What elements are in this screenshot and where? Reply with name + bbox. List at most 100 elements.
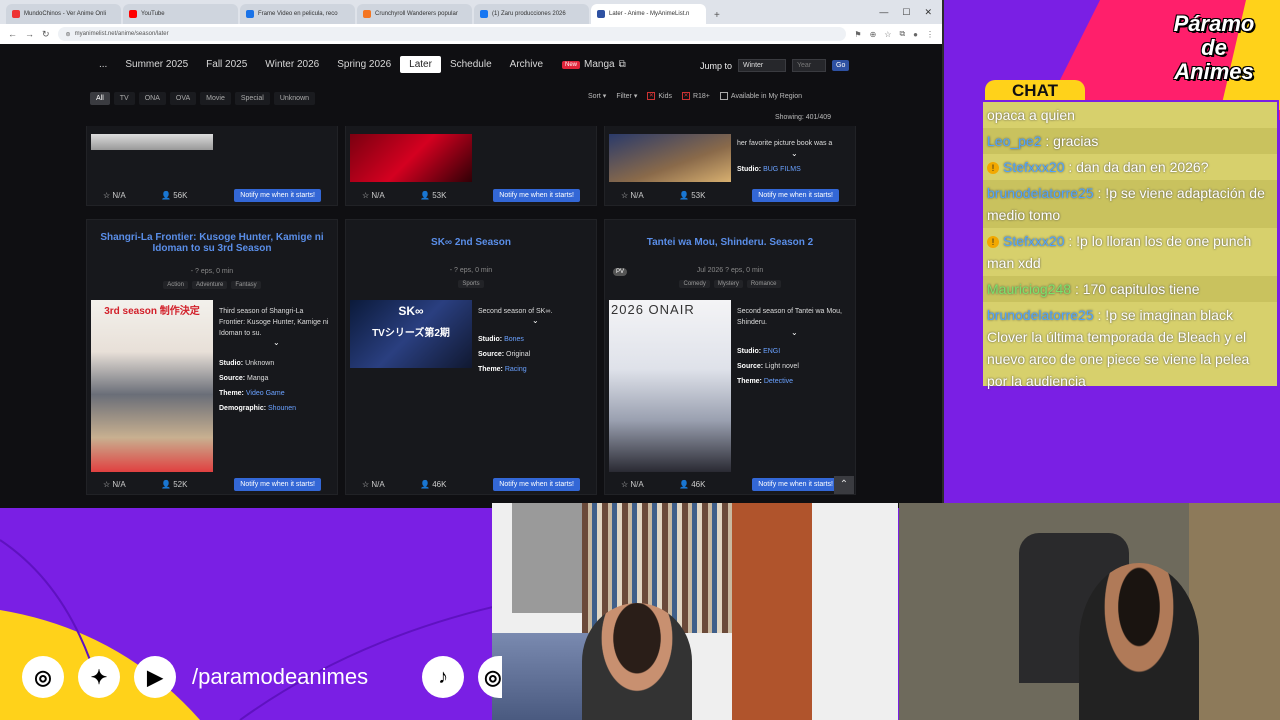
scroll-to-top-button[interactable]: ⌃ [834,476,854,494]
zoom-icon[interactable]: ⊕ [870,30,877,39]
streamer-left-image [582,603,692,720]
jump-year-input[interactable]: Year [792,59,827,72]
genre-tag[interactable]: Sports [458,280,484,288]
card-title[interactable]: Shangri-La Frontier: Kusoge Hunter, Kami… [87,232,337,254]
minimize-icon[interactable]: — [879,7,888,18]
season-nav-item[interactable]: Schedule [441,56,501,73]
poster-image[interactable] [609,134,731,182]
type-filter-tab[interactable]: TV [113,92,135,105]
type-filter-tab[interactable]: Special [234,92,270,105]
season-nav-item[interactable]: Spring 2026 [328,56,400,73]
card-info: Studio: BUG FILMS [737,166,801,173]
manga-label: Manga [584,59,615,70]
extensions-icon[interactable]: ⧉ [899,29,905,39]
close-icon[interactable]: ✕ [924,7,932,18]
go-button[interactable]: Go [832,60,850,71]
poster-image[interactable]: SK∞ TVシリーズ第2期 [350,300,472,368]
instagram-icon: ◎ [22,656,64,698]
back-icon[interactable]: ← [8,29,17,39]
sort-dropdown[interactable]: Sort ▾ [588,92,606,100]
type-filter-tab[interactable]: Unknown [273,92,316,105]
forward-icon[interactable]: → [25,29,34,39]
kids-checkbox[interactable]: ✕ Kids [647,92,672,100]
translate-icon[interactable]: ⚑ [854,30,861,39]
genre-tag[interactable]: Action [163,281,188,289]
anime-card-sk8: SK∞ 2nd Season - ? eps, 0 min Sports SK∞… [345,219,597,495]
browser-tab[interactable]: YouTube [123,4,238,24]
notify-button[interactable]: Notify me when it starts! [752,188,839,202]
social-bar: ◎ ✦ ▶ /paramodeanimes ♪ ◎ [22,656,503,698]
browser-toolbar: ← → ↻ ⊜ myanimelist.net/anime/season/lat… [0,24,942,44]
genre-tag[interactable]: Comedy [679,280,710,288]
expand-chevron-icon[interactable]: ⌄ [273,338,280,347]
type-filter-tab[interactable]: OVA [169,92,197,105]
genre-tag[interactable]: Adventure [191,281,228,289]
notify-button[interactable]: Notify me when it starts! [752,477,839,491]
address-bar[interactable]: ⊜ myanimelist.net/anime/season/later [57,27,847,41]
genre-tag[interactable]: Fantasy [231,281,261,289]
browser-tab[interactable]: (1) Zaru producciones 2026 [474,4,589,24]
bookmark-icon[interactable]: ☆ [884,30,891,39]
season-nav-item[interactable]: Archive [501,56,552,73]
chat-username: brunodelatorre25 [987,185,1094,201]
card-footer: ☆ N/A 👤 53K Notify me when it starts! [605,185,855,205]
browser-tab[interactable]: MundoChinos - Ver Anime Onli [6,4,121,24]
menu-icon[interactable]: ⋮ [926,30,934,39]
anime-card: ☆ N/A 👤 56K Notify me when it starts! [86,126,338,206]
expand-chevron-icon[interactable]: ⌄ [791,149,798,158]
card-footer: ☆ N/A 👤 53K Notify me when it starts! [346,185,596,205]
tab-label: MundoChinos - Ver Anime Onli [24,11,107,17]
browser-tab[interactable]: Crunchyroll Wanderers popular [357,4,472,24]
pv-badge[interactable]: PV [613,268,628,276]
season-nav-item[interactable]: Fall 2025 [197,56,256,73]
shelf-unit-image [732,503,812,720]
tab-favicon-icon [363,10,371,18]
notify-button[interactable]: Notify me when it starts! [234,477,321,491]
season-nav-item[interactable]: Later [400,56,441,73]
profile-icon[interactable]: ● [913,30,918,39]
maximize-icon[interactable]: ☐ [902,7,910,18]
tab-favicon-icon [12,10,20,18]
card-footer: ☆ N/A 👤 46K Notify me when it starts! [605,474,855,494]
site-info-icon[interactable]: ⊜ [66,31,71,38]
chat-badge-icon: ! [987,162,999,175]
r18-checkbox[interactable]: ✕ R18+ [681,92,710,100]
notify-button[interactable]: Notify me when it starts! [234,188,321,202]
poster-image[interactable]: 2026 ONAIR [609,300,731,472]
genre-tag[interactable]: Mystery [713,280,743,288]
card-title[interactable]: Tantei wa Mou, Shinderu. Season 2 [605,237,855,248]
poster-image[interactable] [350,134,472,182]
browser-tab[interactable]: Later - Anime - MyAnimeList.n [591,4,706,24]
social-handle: /paramodeanimes [192,664,369,689]
browser-tab[interactable]: Frame Video en pelicula, reco [240,4,355,24]
season-nav-item[interactable]: Winter 2026 [256,56,328,73]
chat-username: brunodelatorre25 [987,307,1094,323]
score: ☆ N/A [362,479,385,489]
type-filter-tab[interactable]: ONA [138,92,166,105]
filter-dropdown[interactable]: Filter ▾ [616,92,637,100]
score: ☆ N/A [621,479,644,489]
card-info: Studio: ENGI Source: Light novel Theme: … [737,348,799,385]
sort-filter-bar: Sort ▾ Filter ▾ ✕ Kids ✕ R18+ Available in… [588,92,802,100]
expand-chevron-icon[interactable]: ⌄ [532,316,539,325]
available-checkbox[interactable]: Available in My Region [719,92,802,100]
poster-image[interactable] [91,134,213,150]
season-nav-item[interactable]: Summer 2025 [116,56,197,73]
card-footer: ☆ N/A 👤 46K Notify me when it starts! [346,474,596,494]
poster-image[interactable]: 3rd season 制作決定 [91,300,213,472]
notify-button[interactable]: Notify me when it starts! [493,188,580,202]
genre-tag[interactable]: Romance [746,280,781,288]
chat-text: : dan da dan en 2026? [1068,159,1209,175]
card-title[interactable]: SK∞ 2nd Season [346,237,596,248]
notify-button[interactable]: Notify me when it starts! [493,477,580,491]
type-filter-tab[interactable]: All [90,92,110,105]
reload-icon[interactable]: ↻ [42,29,50,40]
expand-chevron-icon[interactable]: ⌄ [791,328,798,337]
tab-favicon-icon [480,10,488,18]
season-nav-item[interactable]: ... [90,56,116,73]
manga-link[interactable]: New Manga ⧉ [562,59,626,70]
showing-count: Showing: 401/409 [775,114,832,121]
jump-season-select[interactable]: Winter [738,59,787,72]
new-tab-button[interactable]: + [708,10,726,24]
type-filter-tab[interactable]: Movie [200,92,231,105]
